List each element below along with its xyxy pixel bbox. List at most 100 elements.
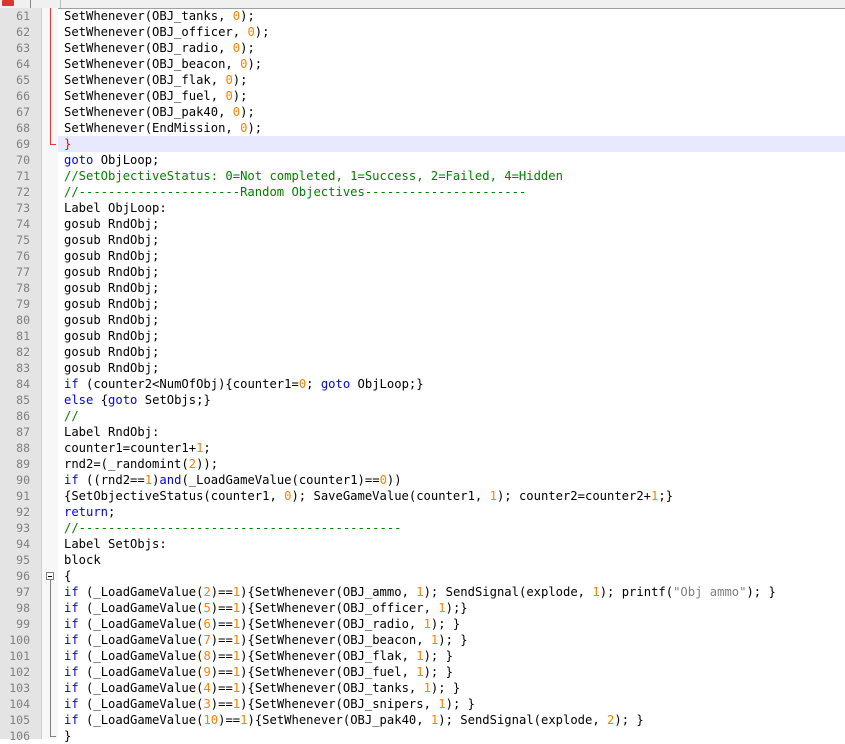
code-line[interactable]: 68 SetWhenever(EndMission, 0); bbox=[0, 120, 845, 136]
code-line[interactable]: 61 SetWhenever(OBJ_tanks, 0); bbox=[0, 8, 845, 24]
code-line[interactable]: 69} bbox=[0, 136, 845, 152]
code-text[interactable]: Label SetObjs: bbox=[58, 536, 845, 552]
code-line[interactable]: 76 gosub RndObj; bbox=[0, 248, 845, 264]
code-text[interactable]: } bbox=[58, 136, 845, 152]
code-text[interactable]: SetWhenever(EndMission, 0); bbox=[58, 120, 845, 136]
code-line[interactable]: 72 //----------------------Random Objecti… bbox=[0, 184, 845, 200]
code-line[interactable]: 101 if (_LoadGameValue(8)== 1){SetWhenever… bbox=[0, 648, 845, 664]
code-line[interactable]: 91 {SetObjectiveStatus(counter1, 0); Save… bbox=[0, 488, 845, 504]
code-text[interactable]: gosub RndObj; bbox=[58, 264, 845, 280]
code-text[interactable]: if ((rnd2==1)and(_LoadGameValue(counter1… bbox=[58, 472, 845, 488]
code-text[interactable]: rnd2=(_randomint(2)); bbox=[58, 456, 845, 472]
code-line[interactable]: 92 return; bbox=[0, 504, 845, 520]
code-line[interactable]: 79 gosub RndObj; bbox=[0, 296, 845, 312]
code-line[interactable]: 95 block bbox=[0, 552, 845, 568]
code-text[interactable]: counter1=counter1+1; bbox=[58, 440, 845, 456]
code-text[interactable]: SetWhenever(OBJ_fuel, 0); bbox=[58, 88, 845, 104]
fold-empty bbox=[42, 376, 58, 392]
code-line[interactable]: 66 SetWhenever(OBJ_fuel, 0); bbox=[0, 88, 845, 104]
token: ){SetWhenever(OBJ_snipers, bbox=[240, 697, 439, 711]
code-line[interactable]: 93 //------------------------------------… bbox=[0, 520, 845, 536]
code-line[interactable]: 78 gosub RndObj; bbox=[0, 280, 845, 296]
code-text[interactable]: gosub RndObj; bbox=[58, 248, 845, 264]
code-text[interactable]: Label RndObj: bbox=[58, 424, 845, 440]
code-line[interactable]: 65 SetWhenever(OBJ_flak, 0); bbox=[0, 72, 845, 88]
code-line[interactable]: 81 gosub RndObj; bbox=[0, 328, 845, 344]
code-text[interactable]: gosub RndObj; bbox=[58, 296, 845, 312]
token-kw: if bbox=[64, 585, 79, 599]
code-line[interactable]: 96 { bbox=[0, 568, 845, 584]
code-text[interactable]: if (_LoadGameValue(6)== 1){SetWhenever(OB… bbox=[58, 616, 845, 632]
code-line[interactable]: 99 if (_LoadGameValue(6)== 1){SetWhenever(… bbox=[0, 616, 845, 632]
code-line[interactable]: 80 gosub RndObj; bbox=[0, 312, 845, 328]
code-line[interactable]: 97 if (_LoadGameValue(2)==1){SetWhenever(… bbox=[0, 584, 845, 600]
code-line[interactable]: 74 gosub RndObj; bbox=[0, 216, 845, 232]
code-text[interactable]: SetWhenever(OBJ_tanks, 0); bbox=[58, 8, 845, 24]
code-text[interactable]: if (_LoadGameValue(5)== 1){SetWhenever(OB… bbox=[58, 600, 845, 616]
token: gosub RndObj; bbox=[64, 217, 160, 231]
code-text[interactable]: SetWhenever(OBJ_pak40, 0); bbox=[58, 104, 845, 120]
code-text[interactable]: SetWhenever(OBJ_beacon, 0); bbox=[58, 56, 845, 72]
code-line[interactable]: 67 SetWhenever(OBJ_pak40, 0); bbox=[0, 104, 845, 120]
code-text[interactable]: gosub RndObj; bbox=[58, 344, 845, 360]
code-line[interactable]: 70 goto ObjLoop; bbox=[0, 152, 845, 168]
code-text[interactable]: gosub RndObj; bbox=[58, 328, 845, 344]
code-text[interactable]: else {goto SetObjs;} bbox=[58, 392, 845, 408]
code-line[interactable]: 87 Label RndObj: bbox=[0, 424, 845, 440]
code-text[interactable]: gosub RndObj; bbox=[58, 216, 845, 232]
code-text[interactable]: if (_LoadGameValue(7)==1){SetWhenever(OB… bbox=[58, 632, 845, 648]
code-text[interactable]: // bbox=[58, 408, 845, 424]
fold-toggle-icon[interactable] bbox=[42, 568, 58, 584]
code-line[interactable]: 63 SetWhenever(OBJ_radio, 0); bbox=[0, 40, 845, 56]
code-line[interactable]: 86 // bbox=[0, 408, 845, 424]
token: ); } bbox=[438, 633, 468, 647]
code-line[interactable]: 100 if (_LoadGameValue(7)==1){SetWhenever… bbox=[0, 632, 845, 648]
code-line[interactable]: 103 if (_LoadGameValue(4)== 1){SetWhenever… bbox=[0, 680, 845, 696]
code-text[interactable]: SetWhenever(OBJ_flak, 0); bbox=[58, 72, 845, 88]
code-line[interactable]: 84 if (counter2<NumOfObj){counter1=0; got… bbox=[0, 376, 845, 392]
code-text[interactable]: gosub RndObj; bbox=[58, 280, 845, 296]
code-text[interactable]: if (_LoadGameValue(2)==1){SetWhenever(OB… bbox=[58, 584, 845, 600]
code-text[interactable]: { bbox=[58, 568, 845, 584]
code-line[interactable]: 90 if ((rnd2==1)and(_LoadGameValue(counte… bbox=[0, 472, 845, 488]
code-text[interactable]: if (_LoadGameValue(4)== 1){SetWhenever(OB… bbox=[58, 680, 845, 696]
code-line[interactable]: 82 gosub RndObj; bbox=[0, 344, 845, 360]
code-text[interactable]: SetWhenever(OBJ_officer, 0); bbox=[58, 24, 845, 40]
code-text[interactable]: gosub RndObj; bbox=[58, 312, 845, 328]
code-text[interactable]: //--------------------------------------… bbox=[58, 520, 845, 536]
code-line[interactable]: 98 if (_LoadGameValue(5)== 1){SetWhenever(… bbox=[0, 600, 845, 616]
code-text[interactable]: SetWhenever(OBJ_radio, 0); bbox=[58, 40, 845, 56]
code-text[interactable]: } bbox=[58, 728, 845, 744]
code-line[interactable]: 64 SetWhenever(OBJ_beacon, 0); bbox=[0, 56, 845, 72]
code-text[interactable]: Label ObjLoop: bbox=[58, 200, 845, 216]
code-text[interactable]: goto ObjLoop; bbox=[58, 152, 845, 168]
code-text[interactable]: gosub RndObj; bbox=[58, 360, 845, 376]
code-text[interactable]: //SetObjectiveStatus: 0=Not completed, 1… bbox=[58, 168, 845, 184]
code-text[interactable]: block bbox=[58, 552, 845, 568]
code-text[interactable]: if (_LoadGameValue(9)== 1){SetWhenever(OB… bbox=[58, 664, 845, 680]
code-line[interactable]: 105 if (_LoadGameValue(10)==1){SetWheneve… bbox=[0, 712, 845, 728]
code-line[interactable]: 77 gosub RndObj; bbox=[0, 264, 845, 280]
code-line[interactable]: 62 SetWhenever(OBJ_officer, 0); bbox=[0, 24, 845, 40]
code-line[interactable]: 75 gosub RndObj; bbox=[0, 232, 845, 248]
file-tab-icon[interactable] bbox=[2, 0, 14, 6]
code-text[interactable]: if (counter2<NumOfObj){counter1=0; goto … bbox=[58, 376, 845, 392]
code-text[interactable]: return; bbox=[58, 504, 845, 520]
code-line[interactable]: 73 Label ObjLoop: bbox=[0, 200, 845, 216]
code-text[interactable]: if (_LoadGameValue(10)==1){SetWhenever(O… bbox=[58, 712, 845, 728]
code-line[interactable]: 89 rnd2=(_randomint(2)); bbox=[0, 456, 845, 472]
code-line[interactable]: 85 else {goto SetObjs;} bbox=[0, 392, 845, 408]
code-editor[interactable]: 61 SetWhenever(OBJ_tanks, 0); 62 SetWheneve… bbox=[0, 8, 845, 743]
code-text[interactable]: gosub RndObj; bbox=[58, 232, 845, 248]
code-line[interactable]: 83 gosub RndObj; bbox=[0, 360, 845, 376]
code-line[interactable]: 94 Label SetObjs: bbox=[0, 536, 845, 552]
code-text[interactable]: if (_LoadGameValue(3)== 1){SetWhenever(OB… bbox=[58, 696, 845, 712]
code-line[interactable]: 88 counter1=counter1+1; bbox=[0, 440, 845, 456]
code-line[interactable]: 104 if (_LoadGameValue(3)== 1){SetWhenever… bbox=[0, 696, 845, 712]
code-text[interactable]: {SetObjectiveStatus(counter1, 0); SaveGa… bbox=[58, 488, 845, 504]
code-text[interactable]: if (_LoadGameValue(8)== 1){SetWhenever(OB… bbox=[58, 648, 845, 664]
code-text[interactable]: //----------------------Random Objective… bbox=[58, 184, 845, 200]
code-line[interactable]: 71 //SetObjectiveStatus: 0=Not completed,… bbox=[0, 168, 845, 184]
code-line[interactable]: 106} bbox=[0, 728, 845, 744]
code-line[interactable]: 102 if (_LoadGameValue(9)== 1){SetWhenever… bbox=[0, 664, 845, 680]
